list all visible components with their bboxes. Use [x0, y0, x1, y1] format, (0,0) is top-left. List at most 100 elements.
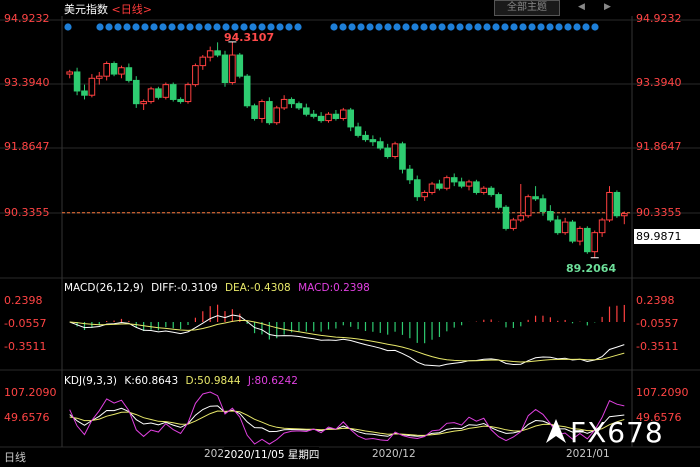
event-dot: [573, 23, 581, 31]
macd-dea-line: [69, 319, 625, 363]
event-dot: [294, 23, 302, 31]
candle-body: [450, 177, 458, 183]
macd-axis-left-label: -0.0557: [4, 317, 47, 330]
candle-body: [288, 98, 295, 105]
candle-body: [236, 54, 244, 77]
candle-body: [547, 211, 554, 221]
candle-body: [465, 181, 473, 187]
timeframe-label[interactable]: <日线>: [112, 3, 152, 16]
candle-body: [140, 101, 147, 105]
candle-body: [584, 227, 591, 253]
event-dot: [591, 23, 599, 31]
candle-body: [229, 54, 236, 84]
candle-body: [369, 139, 377, 143]
candle-body: [73, 71, 81, 92]
event-dot: [186, 23, 194, 31]
period-high-label: 94.3107: [224, 31, 275, 44]
event-dot: [375, 23, 383, 31]
candle-body: [569, 221, 576, 242]
price-axis-left-label: 91.8647: [4, 140, 50, 153]
candle-body: [88, 77, 96, 96]
event-dot: [492, 23, 500, 31]
candle-body: [103, 62, 110, 77]
candle-body: [95, 75, 103, 79]
event-dot: [213, 23, 221, 31]
price-axis-left-label: 93.3940: [4, 76, 50, 89]
event-dot: [96, 23, 104, 31]
candle-body: [332, 113, 340, 119]
event-dot: [528, 23, 536, 31]
candle-body: [310, 113, 318, 117]
kdj-title: KDJ(9,3,3) K:60.8643 D:50.9844 J:80.6242: [64, 375, 302, 387]
event-dot: [240, 23, 248, 31]
event-dot: [150, 23, 158, 31]
candle-body: [532, 196, 539, 200]
candle-body: [561, 221, 569, 234]
event-dot: [64, 23, 72, 31]
event-dot: [483, 23, 491, 31]
event-dot: [456, 23, 464, 31]
event-dot: [168, 23, 176, 31]
candle-body: [391, 143, 399, 158]
event-dot: [249, 23, 257, 31]
candle-body: [184, 84, 192, 103]
candle-body: [480, 187, 488, 193]
candle-body: [354, 126, 362, 136]
candle-body: [280, 98, 288, 109]
event-dot: [384, 23, 392, 31]
candle-body: [554, 219, 562, 234]
macd-axis-left-label: -0.3511: [4, 340, 47, 353]
x-axis-label: 2021/01: [566, 448, 610, 460]
macd-axis-right-label: -0.0557: [636, 317, 679, 330]
candle-body: [517, 215, 525, 221]
event-dot: [123, 23, 131, 31]
event-dot: [474, 23, 482, 31]
candle-body: [399, 143, 406, 170]
candle-body: [295, 103, 303, 109]
kdj-k-value: K:60.8643: [124, 375, 179, 387]
watermark: FX678: [570, 416, 664, 449]
candle-body: [473, 181, 480, 193]
event-dot: [501, 23, 509, 31]
period-label[interactable]: 日线: [4, 449, 26, 465]
candle-body: [155, 88, 162, 98]
x-axis-label: 202: [204, 448, 225, 460]
macd-params: MACD(26,12,9): [64, 282, 144, 294]
kdj-axis-left-label: 49.6576: [4, 411, 50, 424]
kdj-axis-right-label: 107.2090: [636, 386, 689, 399]
event-dot: [537, 23, 545, 31]
chevron-left-icon[interactable]: ◀: [576, 1, 587, 13]
event-dot: [114, 23, 122, 31]
x-axis-label: 2020/12: [372, 448, 416, 460]
event-dot: [411, 23, 419, 31]
candle-body: [199, 56, 207, 67]
candle-body: [192, 65, 199, 86]
kdj-axis-left-label: 107.2090: [4, 386, 57, 399]
macd-axis-left-label: 0.2398: [4, 294, 43, 307]
candle-body: [347, 109, 355, 128]
event-dot: [465, 23, 473, 31]
candle-body: [266, 101, 273, 124]
event-dot: [546, 23, 554, 31]
event-dot: [393, 23, 401, 31]
candle-body: [125, 67, 133, 81]
candle-body: [606, 191, 613, 221]
candle-body: [147, 88, 155, 103]
kdj-j-value: J:80.6242: [247, 375, 298, 387]
candle-body: [303, 107, 310, 115]
candle-body: [317, 115, 325, 122]
candle-body: [495, 194, 502, 208]
candle-body: [132, 79, 140, 105]
event-dot: [429, 23, 437, 31]
candle-body: [502, 206, 510, 229]
kdj-j-line: [69, 391, 625, 445]
event-dot: [519, 23, 527, 31]
candle-body: [443, 177, 451, 189]
chevron-right-icon[interactable]: ▶: [602, 1, 613, 13]
event-dot: [582, 23, 590, 31]
theme-button[interactable]: 全部主题: [494, 0, 560, 16]
candle-body: [110, 62, 118, 75]
event-dot: [420, 23, 428, 31]
price-axis-left-label: 90.3355: [4, 206, 50, 219]
candle-body: [413, 179, 421, 198]
